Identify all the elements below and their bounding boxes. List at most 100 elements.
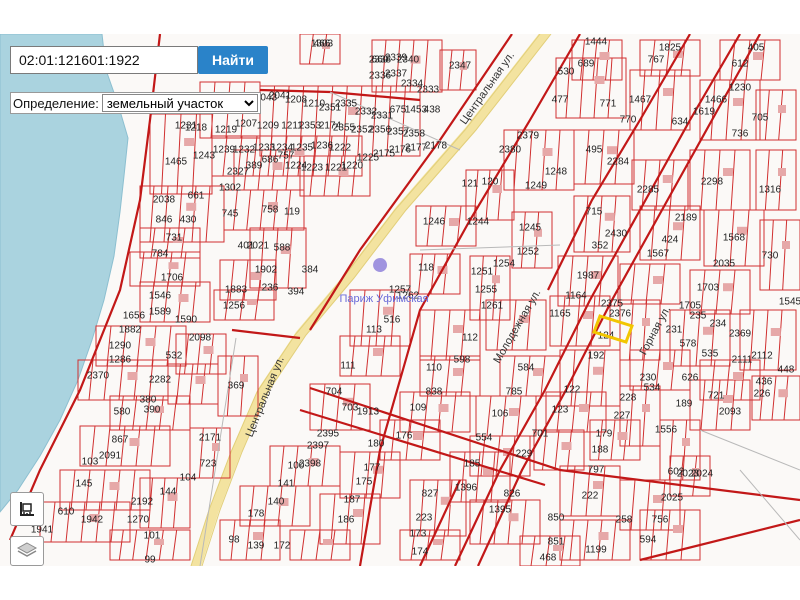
parcel-number-label[interactable]: 1703 bbox=[697, 283, 720, 294]
parcel-number-label[interactable]: 430 bbox=[180, 215, 197, 226]
parcel-number-label[interactable]: 1164 bbox=[565, 291, 587, 302]
parcel-number-label[interactable]: 2038 bbox=[153, 195, 176, 206]
parcel-number-label[interactable]: 2035 bbox=[713, 259, 736, 270]
parcel-number-label[interactable]: 584 bbox=[518, 363, 535, 374]
parcel-number-label[interactable]: 686 bbox=[262, 155, 279, 166]
parcel-number-label[interactable]: 1987 bbox=[577, 271, 600, 282]
parcel-number-label[interactable]: 2395 bbox=[317, 429, 340, 440]
parcel-number-label[interactable]: 1255 bbox=[475, 285, 498, 296]
parcel-number-label[interactable]: 1465 bbox=[165, 157, 188, 168]
parcel-number-label[interactable]: 850 bbox=[548, 513, 565, 524]
parcel-number-label[interactable]: 424 bbox=[662, 235, 679, 246]
parcel-number-label[interactable]: 180 bbox=[368, 439, 385, 450]
parcel-number-label[interactable]: 838 bbox=[426, 387, 443, 398]
parcel-number-label[interactable]: 610 bbox=[58, 507, 75, 518]
parcel-outline[interactable] bbox=[511, 211, 553, 269]
parcel-number-label[interactable]: 612 bbox=[732, 59, 749, 70]
parcel-number-label[interactable]: 2024 bbox=[691, 469, 714, 480]
parcel-number-label[interactable]: 1199 bbox=[585, 545, 607, 556]
parcel-number-label[interactable]: 2112 bbox=[751, 351, 773, 362]
parcel-number-label[interactable]: 1656 bbox=[123, 311, 146, 322]
parcel-number-label[interactable]: 2021 bbox=[247, 241, 270, 252]
parcel-number-label[interactable]: 100 bbox=[288, 461, 305, 472]
parcel-number-label[interactable]: 178 bbox=[248, 509, 265, 520]
parcel-number-label[interactable]: 731 bbox=[166, 233, 183, 244]
parcel-number-label[interactable]: 1256 bbox=[223, 301, 246, 312]
parcel-number-label[interactable]: 867 bbox=[112, 435, 129, 446]
parcel-number-label[interactable]: 2098 bbox=[189, 333, 212, 344]
parcel-number-label[interactable]: 231 bbox=[666, 325, 683, 336]
parcel-number-label[interactable]: 1209 bbox=[257, 121, 280, 132]
parcel-number-label[interactable]: 1444 bbox=[585, 37, 608, 48]
parcel-number-label[interactable]: 187 bbox=[344, 495, 361, 506]
parcel-number-label[interactable]: 2370 bbox=[87, 371, 110, 382]
parcel-number-label[interactable]: 2379 bbox=[517, 131, 540, 142]
measure-tool-button[interactable] bbox=[10, 492, 44, 526]
parcel-number-label[interactable]: 661 bbox=[188, 191, 205, 202]
parcel-number-label[interactable]: 1165 bbox=[549, 309, 571, 320]
parcel-number-label[interactable]: 369 bbox=[228, 381, 245, 392]
parcel-number-label[interactable]: 145 bbox=[76, 479, 93, 490]
parcel-number-label[interactable]: 186 bbox=[338, 515, 355, 526]
parcel-number-label[interactable]: 1207 bbox=[235, 119, 258, 130]
parcel-number-label[interactable]: 1589 bbox=[149, 307, 172, 318]
parcel-number-label[interactable]: 770 bbox=[620, 115, 637, 126]
parcel-number-label[interactable]: 236 bbox=[262, 283, 279, 294]
parcel-number-label[interactable]: 141 bbox=[278, 479, 295, 490]
parcel-number-label[interactable]: 594 bbox=[640, 535, 657, 546]
parcel-number-label[interactable]: 1706 bbox=[161, 273, 184, 284]
find-button[interactable]: Найти bbox=[198, 46, 268, 74]
parcel-number-label[interactable]: 174 bbox=[412, 547, 429, 558]
parcel-number-label[interactable]: 1395 bbox=[489, 505, 512, 516]
parcel-number-label[interactable]: 1251 bbox=[471, 267, 494, 278]
parcel-number-label[interactable]: 736 bbox=[732, 129, 749, 140]
parcel-number-label[interactable]: 448 bbox=[778, 365, 795, 376]
parcel-number-label[interactable]: 1882 bbox=[119, 325, 142, 336]
parcel-number-label[interactable]: 2369 bbox=[729, 329, 752, 340]
parcel-number-label[interactable]: 1568 bbox=[723, 233, 746, 244]
parcel-number-label[interactable]: 1249 bbox=[525, 181, 548, 192]
parcel-number-label[interactable]: 1825 bbox=[659, 43, 682, 54]
parcel-number-label[interactable]: 172 bbox=[274, 541, 291, 552]
parcel-number-label[interactable]: 113 bbox=[366, 325, 382, 336]
parcel-number-label[interactable]: 104 bbox=[180, 473, 197, 484]
parcel-number-label[interactable]: 226 bbox=[754, 389, 771, 400]
parcel-outline[interactable] bbox=[409, 253, 461, 295]
parcel-number-label[interactable]: 1556 bbox=[655, 425, 678, 436]
parcel-number-label[interactable]: 1467 bbox=[629, 95, 652, 106]
parcel-number-label[interactable]: 2397 bbox=[307, 441, 330, 452]
parcel-number-label[interactable]: 1286 bbox=[109, 355, 132, 366]
parcel-number-label[interactable]: 1941 bbox=[31, 525, 54, 536]
parcel-number-label[interactable]: 1254 bbox=[493, 259, 516, 270]
parcel-number-label[interactable]: 1883 bbox=[225, 285, 248, 296]
parcel-number-label[interactable]: 532 bbox=[166, 351, 183, 362]
parcel-number-label[interactable]: 179 bbox=[596, 429, 613, 440]
parcel-number-label[interactable]: 144 bbox=[160, 487, 177, 498]
parcel-number-label[interactable]: 785 bbox=[506, 387, 523, 398]
parcel-number-label[interactable]: 784 bbox=[152, 249, 169, 260]
parcel-number-label[interactable]: 119 bbox=[284, 207, 300, 218]
parcel-number-label[interactable]: 2025 bbox=[661, 493, 684, 504]
parcel-number-label[interactable]: 1290 bbox=[109, 341, 132, 352]
parcel-number-label[interactable]: 2192 bbox=[131, 497, 154, 508]
parcel-number-label[interactable]: 106 bbox=[492, 409, 509, 420]
parcel-number-label[interactable]: 2333 bbox=[417, 85, 440, 96]
parcel-number-label[interactable]: 2093 bbox=[719, 407, 742, 418]
parcel-number-label[interactable]: 258 bbox=[616, 515, 633, 526]
parcel-number-label[interactable]: 111 bbox=[340, 361, 356, 372]
parcel-number-label[interactable]: 598 bbox=[454, 355, 471, 366]
parcel-number-label[interactable]: 660 bbox=[372, 55, 389, 66]
parcel-number-label[interactable]: 2347 bbox=[449, 61, 472, 72]
parcel-number-label[interactable]: 826 bbox=[504, 489, 521, 500]
parcel-number-label[interactable]: 103 bbox=[82, 457, 99, 468]
parcel-number-label[interactable]: 2340 bbox=[397, 55, 420, 66]
parcel-number-label[interactable]: 175 bbox=[356, 477, 373, 488]
parcel-number-label[interactable]: 122 bbox=[564, 385, 581, 396]
parcel-number-label[interactable]: 2284 bbox=[607, 157, 630, 168]
parcel-number-label[interactable]: 554 bbox=[476, 433, 493, 444]
parcel-number-label[interactable]: 2358 bbox=[403, 129, 426, 140]
parcel-number-label[interactable]: 2285 bbox=[637, 185, 660, 196]
parcel-number-label[interactable]: 1224 bbox=[285, 161, 308, 172]
parcel-number-label[interactable]: 121 bbox=[462, 179, 479, 190]
parcel-number-label[interactable]: 176 bbox=[396, 431, 413, 442]
